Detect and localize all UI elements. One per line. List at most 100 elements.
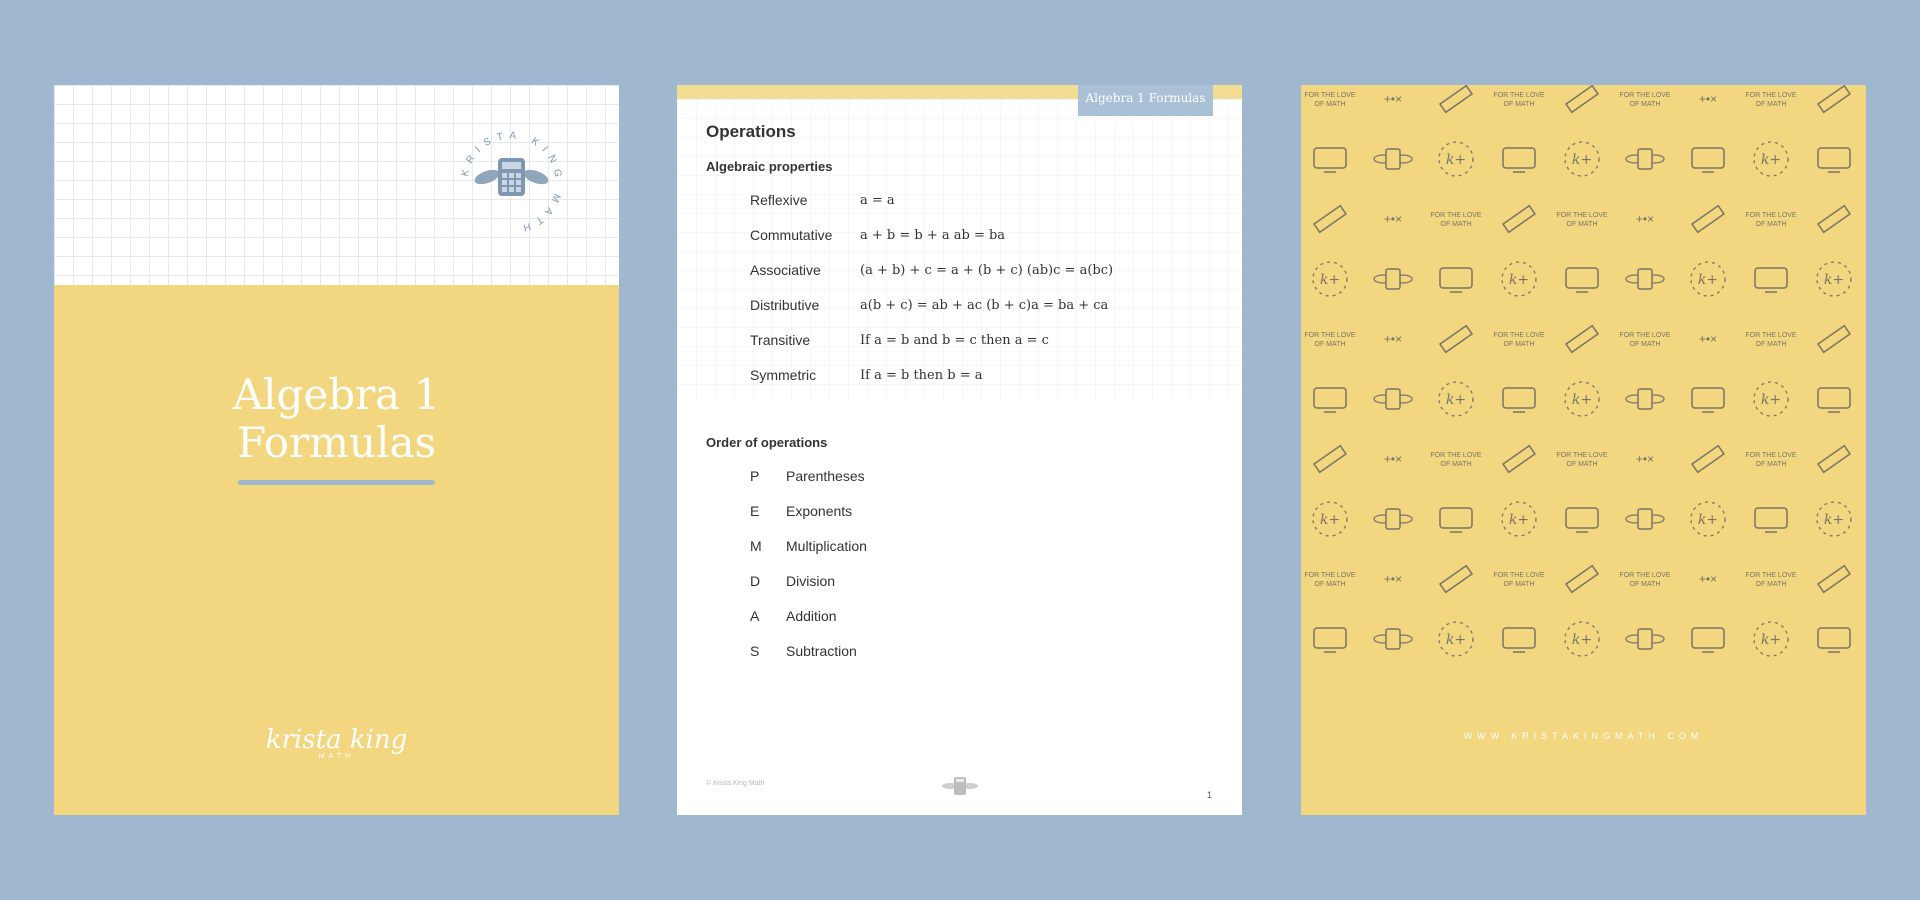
svg-text:FOR THE LOVE: FOR THE LOVE bbox=[1745, 572, 1797, 579]
brand-logo-subtext: MATH bbox=[318, 753, 355, 760]
pattern-k-icon: k+ bbox=[1312, 501, 1348, 537]
svg-text:FOR THE LOVE: FOR THE LOVE bbox=[1619, 92, 1671, 99]
pattern-calc-icon bbox=[1373, 268, 1413, 290]
svg-text:+•×: +•× bbox=[1699, 92, 1717, 106]
svg-text:k+: k+ bbox=[1824, 272, 1844, 288]
order-letter: M bbox=[750, 538, 762, 554]
property-formula: If a = b and b = c then a = c bbox=[860, 333, 1049, 348]
page-number: 1 bbox=[1207, 790, 1213, 800]
pattern-ruler-icon bbox=[1438, 564, 1474, 594]
svg-text:FOR THE LOVE: FOR THE LOVE bbox=[1619, 332, 1671, 339]
svg-text:OF MATH: OF MATH bbox=[1315, 101, 1346, 108]
pattern-k-icon: k+ bbox=[1816, 261, 1852, 297]
page-tab-label: Algebra 1 Formulas bbox=[1078, 85, 1213, 116]
svg-text:FOR THE LOVE: FOR THE LOVE bbox=[1745, 452, 1797, 459]
pattern-calc-icon bbox=[1625, 388, 1665, 410]
svg-text:k+: k+ bbox=[1572, 392, 1592, 408]
website-url: WWW.KRISTAKINGMATH.COM bbox=[1463, 731, 1704, 741]
order-word: Division bbox=[786, 573, 836, 589]
pattern-text-icon: FOR THE LOVE OF MATH bbox=[1556, 212, 1608, 228]
svg-text:k+: k+ bbox=[1509, 272, 1529, 288]
svg-text:+•×: +•× bbox=[1636, 452, 1654, 466]
order-letter: S bbox=[750, 643, 760, 659]
svg-text:k+: k+ bbox=[1572, 632, 1592, 648]
pattern-text-icon: FOR THE LOVE OF MATH bbox=[1745, 572, 1797, 588]
pattern-k-icon: k+ bbox=[1753, 141, 1789, 177]
property-name: Commutative bbox=[750, 227, 833, 243]
svg-text:+•×: +•× bbox=[1636, 212, 1654, 226]
order-letter: P bbox=[750, 468, 760, 484]
property-formula: a + b = b + a ab = ba bbox=[860, 228, 1006, 243]
svg-text:k+: k+ bbox=[1761, 152, 1781, 168]
svg-text:OF MATH: OF MATH bbox=[1504, 581, 1535, 588]
subsection-heading-algebraic: Algebraic properties bbox=[706, 159, 833, 174]
svg-text:FOR THE LOVE: FOR THE LOVE bbox=[1493, 92, 1545, 99]
pattern-calc-icon bbox=[1625, 508, 1665, 530]
svg-text:OF MATH: OF MATH bbox=[1756, 461, 1787, 468]
cover-title-line2: Formulas bbox=[236, 418, 437, 467]
svg-text:k+: k+ bbox=[1320, 272, 1340, 288]
svg-text:+•×: +•× bbox=[1384, 452, 1402, 466]
svg-text:+•×: +•× bbox=[1384, 332, 1402, 346]
pattern-ruler-icon bbox=[1312, 204, 1348, 234]
svg-text:+•×: +•× bbox=[1384, 92, 1402, 106]
cover-title-line1: Algebra 1 bbox=[232, 370, 441, 419]
svg-text:OF MATH: OF MATH bbox=[1504, 341, 1535, 348]
pattern-text-icon: FOR THE LOVE OF MATH bbox=[1493, 572, 1545, 588]
pattern-k-icon: k+ bbox=[1564, 621, 1600, 657]
svg-text:k+: k+ bbox=[1572, 152, 1592, 168]
pattern-symbols-icon: +•× bbox=[1384, 572, 1402, 586]
svg-text:FOR THE LOVE: FOR THE LOVE bbox=[1619, 572, 1671, 579]
pattern-text-icon: FOR THE LOVE OF MATH bbox=[1745, 92, 1797, 108]
pattern-k-icon: k+ bbox=[1564, 381, 1600, 417]
section-heading: Operations bbox=[706, 122, 796, 141]
pattern-symbols-icon: +•× bbox=[1699, 572, 1717, 586]
svg-text:OF MATH: OF MATH bbox=[1567, 221, 1598, 228]
pattern-monitor-icon bbox=[1502, 387, 1536, 413]
pattern-symbols-icon: +•× bbox=[1384, 92, 1402, 106]
svg-text:FOR THE LOVE: FOR THE LOVE bbox=[1745, 92, 1797, 99]
order-word: Subtraction bbox=[786, 643, 857, 659]
property-formula: If a = b then b = a bbox=[860, 368, 983, 383]
pattern-text-icon: FOR THE LOVE OF MATH bbox=[1745, 452, 1797, 468]
order-letter: E bbox=[750, 503, 760, 519]
pattern-symbols-icon: +•× bbox=[1384, 332, 1402, 346]
pattern-symbols-icon: +•× bbox=[1384, 452, 1402, 466]
subsection-heading-order: Order of operations bbox=[706, 435, 828, 450]
svg-text:k+: k+ bbox=[1761, 392, 1781, 408]
pattern-k-icon: k+ bbox=[1501, 261, 1537, 297]
pattern-symbols-icon: +•× bbox=[1636, 212, 1654, 226]
footer-copyright: © Krista King Math bbox=[706, 780, 765, 787]
calculator-logo-icon bbox=[942, 777, 978, 795]
pattern-text-icon: FOR THE LOVE OF MATH bbox=[1430, 212, 1482, 228]
svg-text:+•×: +•× bbox=[1384, 212, 1402, 226]
svg-text:OF MATH: OF MATH bbox=[1315, 581, 1346, 588]
svg-text:OF MATH: OF MATH bbox=[1567, 461, 1598, 468]
svg-text:FOR THE LOVE: FOR THE LOVE bbox=[1430, 452, 1482, 459]
pattern-calc-icon bbox=[1373, 508, 1413, 530]
brand-logo-text: krista king bbox=[265, 725, 408, 755]
krista-king-math-seal-icon: KRISTA KING MATH bbox=[460, 130, 558, 234]
order-word: Multiplication bbox=[786, 538, 867, 554]
pattern-ruler-icon bbox=[1816, 564, 1852, 594]
pattern-monitor-icon bbox=[1439, 267, 1473, 293]
pattern-monitor-icon bbox=[1439, 507, 1473, 533]
back-cover-page: FOR THE LOVE OF MATH +•× FOR THE LOVE OF MAT… bbox=[1301, 85, 1866, 815]
pattern-monitor-icon bbox=[1817, 147, 1851, 173]
math-icon-pattern: FOR THE LOVE OF MATH +•× FOR THE LOVE OF MAT… bbox=[1304, 85, 1852, 657]
svg-text:k+: k+ bbox=[1698, 272, 1718, 288]
property-formula: a(b + c) = ab + ac (b + c)a = ba + ca bbox=[860, 298, 1109, 313]
title-underline bbox=[238, 480, 435, 485]
property-formula: (a + b) + c = a + (b + c) (ab)c = a(bc) bbox=[860, 263, 1114, 278]
svg-text:k+: k+ bbox=[1824, 512, 1844, 528]
svg-text:FOR THE LOVE: FOR THE LOVE bbox=[1556, 452, 1608, 459]
svg-text:FOR THE LOVE: FOR THE LOVE bbox=[1493, 332, 1545, 339]
pattern-ruler-icon bbox=[1816, 85, 1852, 114]
pattern-monitor-icon bbox=[1502, 147, 1536, 173]
svg-text:OF MATH: OF MATH bbox=[1756, 581, 1787, 588]
pattern-k-icon: k+ bbox=[1438, 621, 1474, 657]
svg-text:OF MATH: OF MATH bbox=[1315, 341, 1346, 348]
svg-text:+•×: +•× bbox=[1699, 572, 1717, 586]
svg-text:FOR THE LOVE: FOR THE LOVE bbox=[1304, 572, 1356, 579]
pattern-text-icon: FOR THE LOVE OF MATH bbox=[1493, 332, 1545, 348]
